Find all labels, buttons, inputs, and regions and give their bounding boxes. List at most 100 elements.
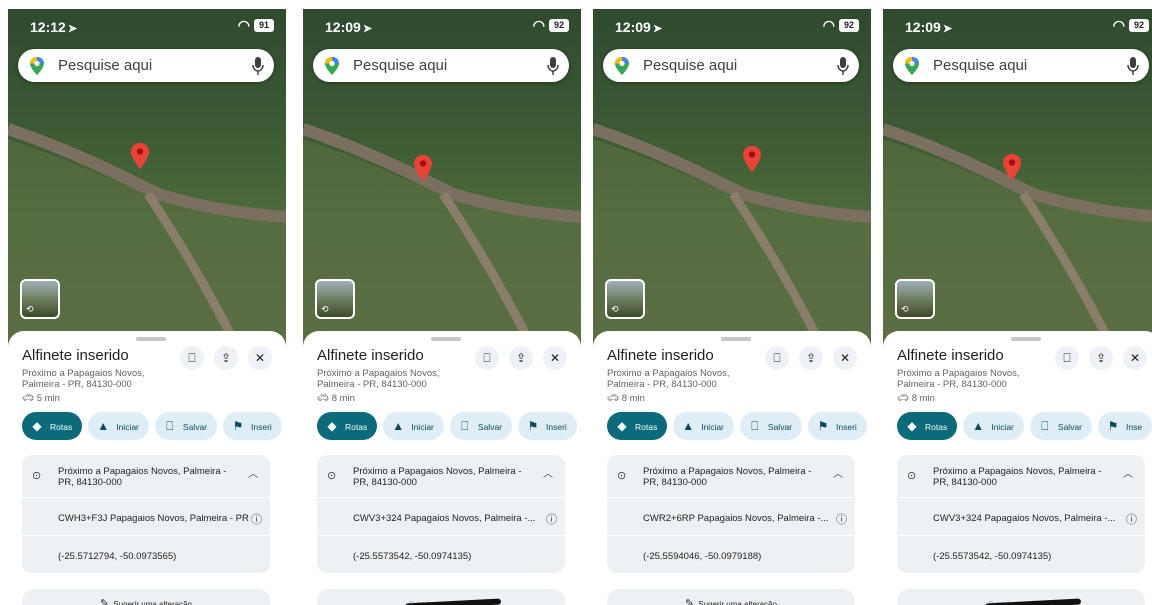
battery-level: 91 [254,19,274,32]
close-icon[interactable]: ✕ [833,346,857,370]
suggest-edit-button[interactable]: Sugerir uma alteração [317,589,565,605]
satellite-map[interactable]: 12:09 ➤ ◠ 92 Pesquise aqui ⟲ [593,9,871,349]
coordinates[interactable]: (-25.5573542, -50.0974135) [353,551,471,562]
search-bar[interactable]: Pesquise aqui [18,49,274,82]
drive-time-value: 5 min [36,393,60,404]
coordinates[interactable]: (-25.5594046, -50.0979188) [643,551,761,562]
chevron-up-icon[interactable]: ︿ [248,465,258,480]
chevron-up-icon[interactable]: ︿ [543,465,553,480]
plus-code[interactable]: CWV3+324 Papagaios Novos, Palmeira -... [933,513,1129,524]
start-button[interactable]: ▲ Iniciar [88,412,149,440]
address-full[interactable]: Próximo a Papagaios Novos, Palmeira - PR… [643,466,823,488]
address-summary: Próximo a Papagaios Novos, Palmeira - PR… [897,368,1020,390]
status-time: 12:12 ➤ [30,19,77,35]
close-icon[interactable]: ✕ [1123,346,1147,370]
save-button[interactable]: ⎕ Salvar [449,412,512,440]
share-icon[interactable]: ⇪ [1089,346,1113,370]
mic-icon[interactable] [252,56,264,76]
label-button[interactable]: ⚑ Inseri [223,412,282,440]
wifi-icon: ◠ [237,17,250,33]
location-pin-icon: ⊙ [907,470,917,482]
directions-button[interactable]: ◆ Rotas [897,412,958,440]
coordinates[interactable]: (-25.5712794, -50.0973565) [58,551,176,562]
drag-handle[interactable] [1011,337,1041,341]
start-button[interactable]: ▲ Iniciar [963,412,1024,440]
plus-code[interactable]: CWR2+6RP Papagaios Novos, Palmeira -... [643,513,839,524]
dropped-pin-marker[interactable] [742,145,762,173]
flag-icon: ⚑ [1107,419,1119,433]
mic-icon[interactable] [1127,56,1139,76]
suggest-edit-button[interactable]: Sugerir uma alteração [897,589,1145,605]
save-button[interactable]: ⎕ Salvar [154,412,217,440]
plus-code[interactable]: CWV3+324 Papagaios Novos, Palmeira -... [353,513,549,524]
address-full[interactable]: Próximo a Papagaios Novos, Palmeira - PR… [933,466,1113,488]
drive-time: 🚗︎ 8 min [897,393,935,404]
suggest-edit-button[interactable]: ✎ Sugerir uma alteração [607,589,855,605]
search-bar[interactable]: Pesquise aqui [313,49,569,82]
drag-handle[interactable] [721,337,751,341]
close-icon[interactable]: ✕ [543,346,567,370]
start-label: Iniciar [116,422,139,432]
dropped-pin-marker[interactable] [130,142,150,170]
rotate-360-icon: ⟲ [321,304,329,314]
drive-time-value: 8 min [331,393,355,404]
satellite-map[interactable]: 12:09 ➤ ◠ 92 Pesquise aqui ⟲ [883,9,1152,349]
divider [897,535,1145,536]
share-icon[interactable]: ⇪ [509,346,533,370]
bookmark-icon[interactable]: ⎕ [475,346,499,370]
street-view-thumbnail[interactable]: ⟲ [20,279,60,319]
satellite-map[interactable]: 12:09 ➤ ◠ 92 Pesquise aqui ⟲ [303,9,581,349]
directions-button[interactable]: ◆ Rotas [607,412,668,440]
save-button[interactable]: ⎕ Salvar [739,412,802,440]
navigation-icon: ▲ [392,419,405,433]
directions-label: Rotas [50,422,73,432]
label-button[interactable]: ⚑ Inseri [808,412,867,440]
flag-icon: ⚑ [527,419,539,433]
start-button[interactable]: ▲ Iniciar [383,412,444,440]
directions-button[interactable]: ◆ Rotas [22,412,83,440]
bookmark-icon[interactable]: ⎕ [765,346,789,370]
suggest-edit-button[interactable]: ✎ Sugerir uma alteração [22,589,270,605]
bookmark-icon: ⎕ [166,419,174,433]
directions-button[interactable]: ◆ Rotas [317,412,378,440]
address-full[interactable]: Próximo a Papagaios Novos, Palmeira - PR… [58,466,238,488]
share-icon[interactable]: ⇪ [799,346,823,370]
plus-code[interactable]: CWH3+F3J Papagaios Novos, Palmeira - PR [58,513,254,524]
drag-handle[interactable] [431,337,461,341]
mic-icon[interactable] [837,56,849,76]
suggest-edit-label: Sugerir uma alteração [113,600,192,605]
start-button[interactable]: ▲ Iniciar [673,412,734,440]
label-button[interactable]: ⚑ Inse [1098,412,1152,440]
street-view-thumbnail[interactable]: ⟲ [895,279,935,319]
bookmark-icon[interactable]: ⎕ [180,346,204,370]
search-bar[interactable]: Pesquise aqui [893,49,1149,82]
flag-icon: ⚑ [817,419,829,433]
close-icon[interactable]: ✕ [248,346,272,370]
label-button-label: Inseri [251,422,272,432]
drag-handle[interactable] [136,337,166,341]
save-button[interactable]: ⎕ Salvar [1029,412,1092,440]
maps-pin-icon [615,57,629,75]
info-icon[interactable]: ⓘ [546,511,557,527]
dropped-pin-marker[interactable] [413,154,433,182]
phone-screen: 12:12 ➤ ◠ 91 Pesquise aqui ⟲ Alfinete in… [8,9,286,605]
search-placeholder: Pesquise aqui [353,57,448,74]
share-icon[interactable]: ⇪ [214,346,238,370]
info-icon[interactable]: ⓘ [1126,511,1137,527]
street-view-thumbnail[interactable]: ⟲ [605,279,645,319]
dropped-pin-marker[interactable] [1002,153,1022,181]
address-full[interactable]: Próximo a Papagaios Novos, Palmeira - PR… [353,466,533,488]
bookmark-icon: ⎕ [1041,419,1049,433]
mic-icon[interactable] [547,56,559,76]
search-bar[interactable]: Pesquise aqui [603,49,859,82]
bookmark-icon[interactable]: ⎕ [1055,346,1079,370]
info-icon[interactable]: ⓘ [251,511,262,527]
search-placeholder: Pesquise aqui [933,57,1028,74]
info-icon[interactable]: ⓘ [836,511,847,527]
street-view-thumbnail[interactable]: ⟲ [315,279,355,319]
label-button[interactable]: ⚑ Inseri [518,412,577,440]
chevron-up-icon[interactable]: ︿ [1123,465,1133,480]
chevron-up-icon[interactable]: ︿ [833,465,843,480]
coordinates[interactable]: (-25.5573542, -50.0974135) [933,551,1051,562]
satellite-map[interactable]: 12:12 ➤ ◠ 91 Pesquise aqui ⟲ [8,9,286,349]
